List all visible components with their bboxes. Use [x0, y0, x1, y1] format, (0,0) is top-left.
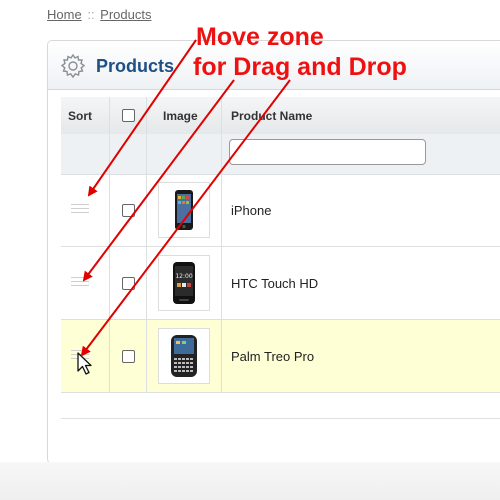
product-thumbnail: [158, 328, 210, 384]
name-cell: HTC Touch HD: [222, 247, 500, 319]
svg-text:12:00: 12:00: [175, 273, 192, 280]
product-name: iPhone: [231, 203, 272, 218]
drag-handle-icon[interactable]: [71, 277, 89, 289]
sort-cell: [61, 247, 110, 319]
table-row[interactable]: 12:00 HTC Touch HD: [61, 247, 500, 320]
name-column-label: Product Name: [231, 109, 313, 123]
phone-image-icon: [175, 190, 193, 230]
product-thumbnail: [158, 182, 210, 238]
breadcrumb-separator: ::: [87, 7, 95, 22]
grid-footer-divider: [61, 418, 500, 419]
breadcrumb-products-link[interactable]: Products: [100, 7, 151, 22]
table-row[interactable]: iPhone: [61, 174, 500, 247]
product-name: HTC Touch HD: [231, 276, 319, 291]
gear-icon: [60, 53, 86, 79]
image-column-header: Image: [147, 97, 222, 134]
check-cell: [110, 320, 147, 392]
product-name: Palm Treo Pro: [231, 349, 315, 364]
grid-header-row: Sort Image Product Name: [61, 97, 500, 135]
drag-handle-icon[interactable]: [71, 204, 89, 216]
callout-line-1: Move zone: [196, 23, 324, 51]
breadcrumb-home-link[interactable]: Home: [47, 7, 82, 22]
name-column-header[interactable]: Product Name: [222, 97, 500, 134]
filter-cell-image: [147, 134, 222, 174]
filter-cell-check: [110, 134, 147, 174]
image-cell: [147, 174, 222, 246]
drag-drop-callout: Move zone for Drag and Drop: [193, 22, 446, 82]
sort-cell: [61, 174, 110, 246]
grid-filter-row: [61, 134, 500, 175]
sort-column-label: Sort: [68, 109, 92, 123]
table-row[interactable]: Palm Treo Pro: [61, 320, 500, 393]
check-cell: [110, 247, 147, 319]
name-cell: iPhone: [222, 174, 500, 246]
mouse-cursor-icon: [77, 352, 92, 375]
select-all-column-header: [110, 97, 147, 134]
row-checkbox[interactable]: [122, 204, 135, 217]
page-footer-band: [0, 462, 500, 500]
product-name-filter-input[interactable]: [229, 139, 426, 165]
product-thumbnail: 12:00: [158, 255, 210, 311]
phone-image-icon: [171, 335, 197, 377]
row-checkbox[interactable]: [122, 350, 135, 363]
image-cell: [147, 320, 222, 392]
callout-line-2: for Drag and Drop: [193, 53, 407, 81]
filter-cell-name: [222, 134, 500, 174]
image-cell: 12:00: [147, 247, 222, 319]
select-all-checkbox[interactable]: [122, 109, 135, 122]
sort-column-header[interactable]: Sort: [61, 97, 110, 134]
panel-title: Products: [96, 56, 175, 76]
image-column-label: Image: [163, 109, 198, 123]
name-cell: Palm Treo Pro: [222, 320, 500, 392]
check-cell: [110, 174, 147, 246]
row-checkbox[interactable]: [122, 277, 135, 290]
breadcrumb: Home :: Products: [47, 7, 151, 22]
phone-image-icon: 12:00: [173, 262, 195, 304]
filter-cell-sort: [61, 134, 110, 174]
